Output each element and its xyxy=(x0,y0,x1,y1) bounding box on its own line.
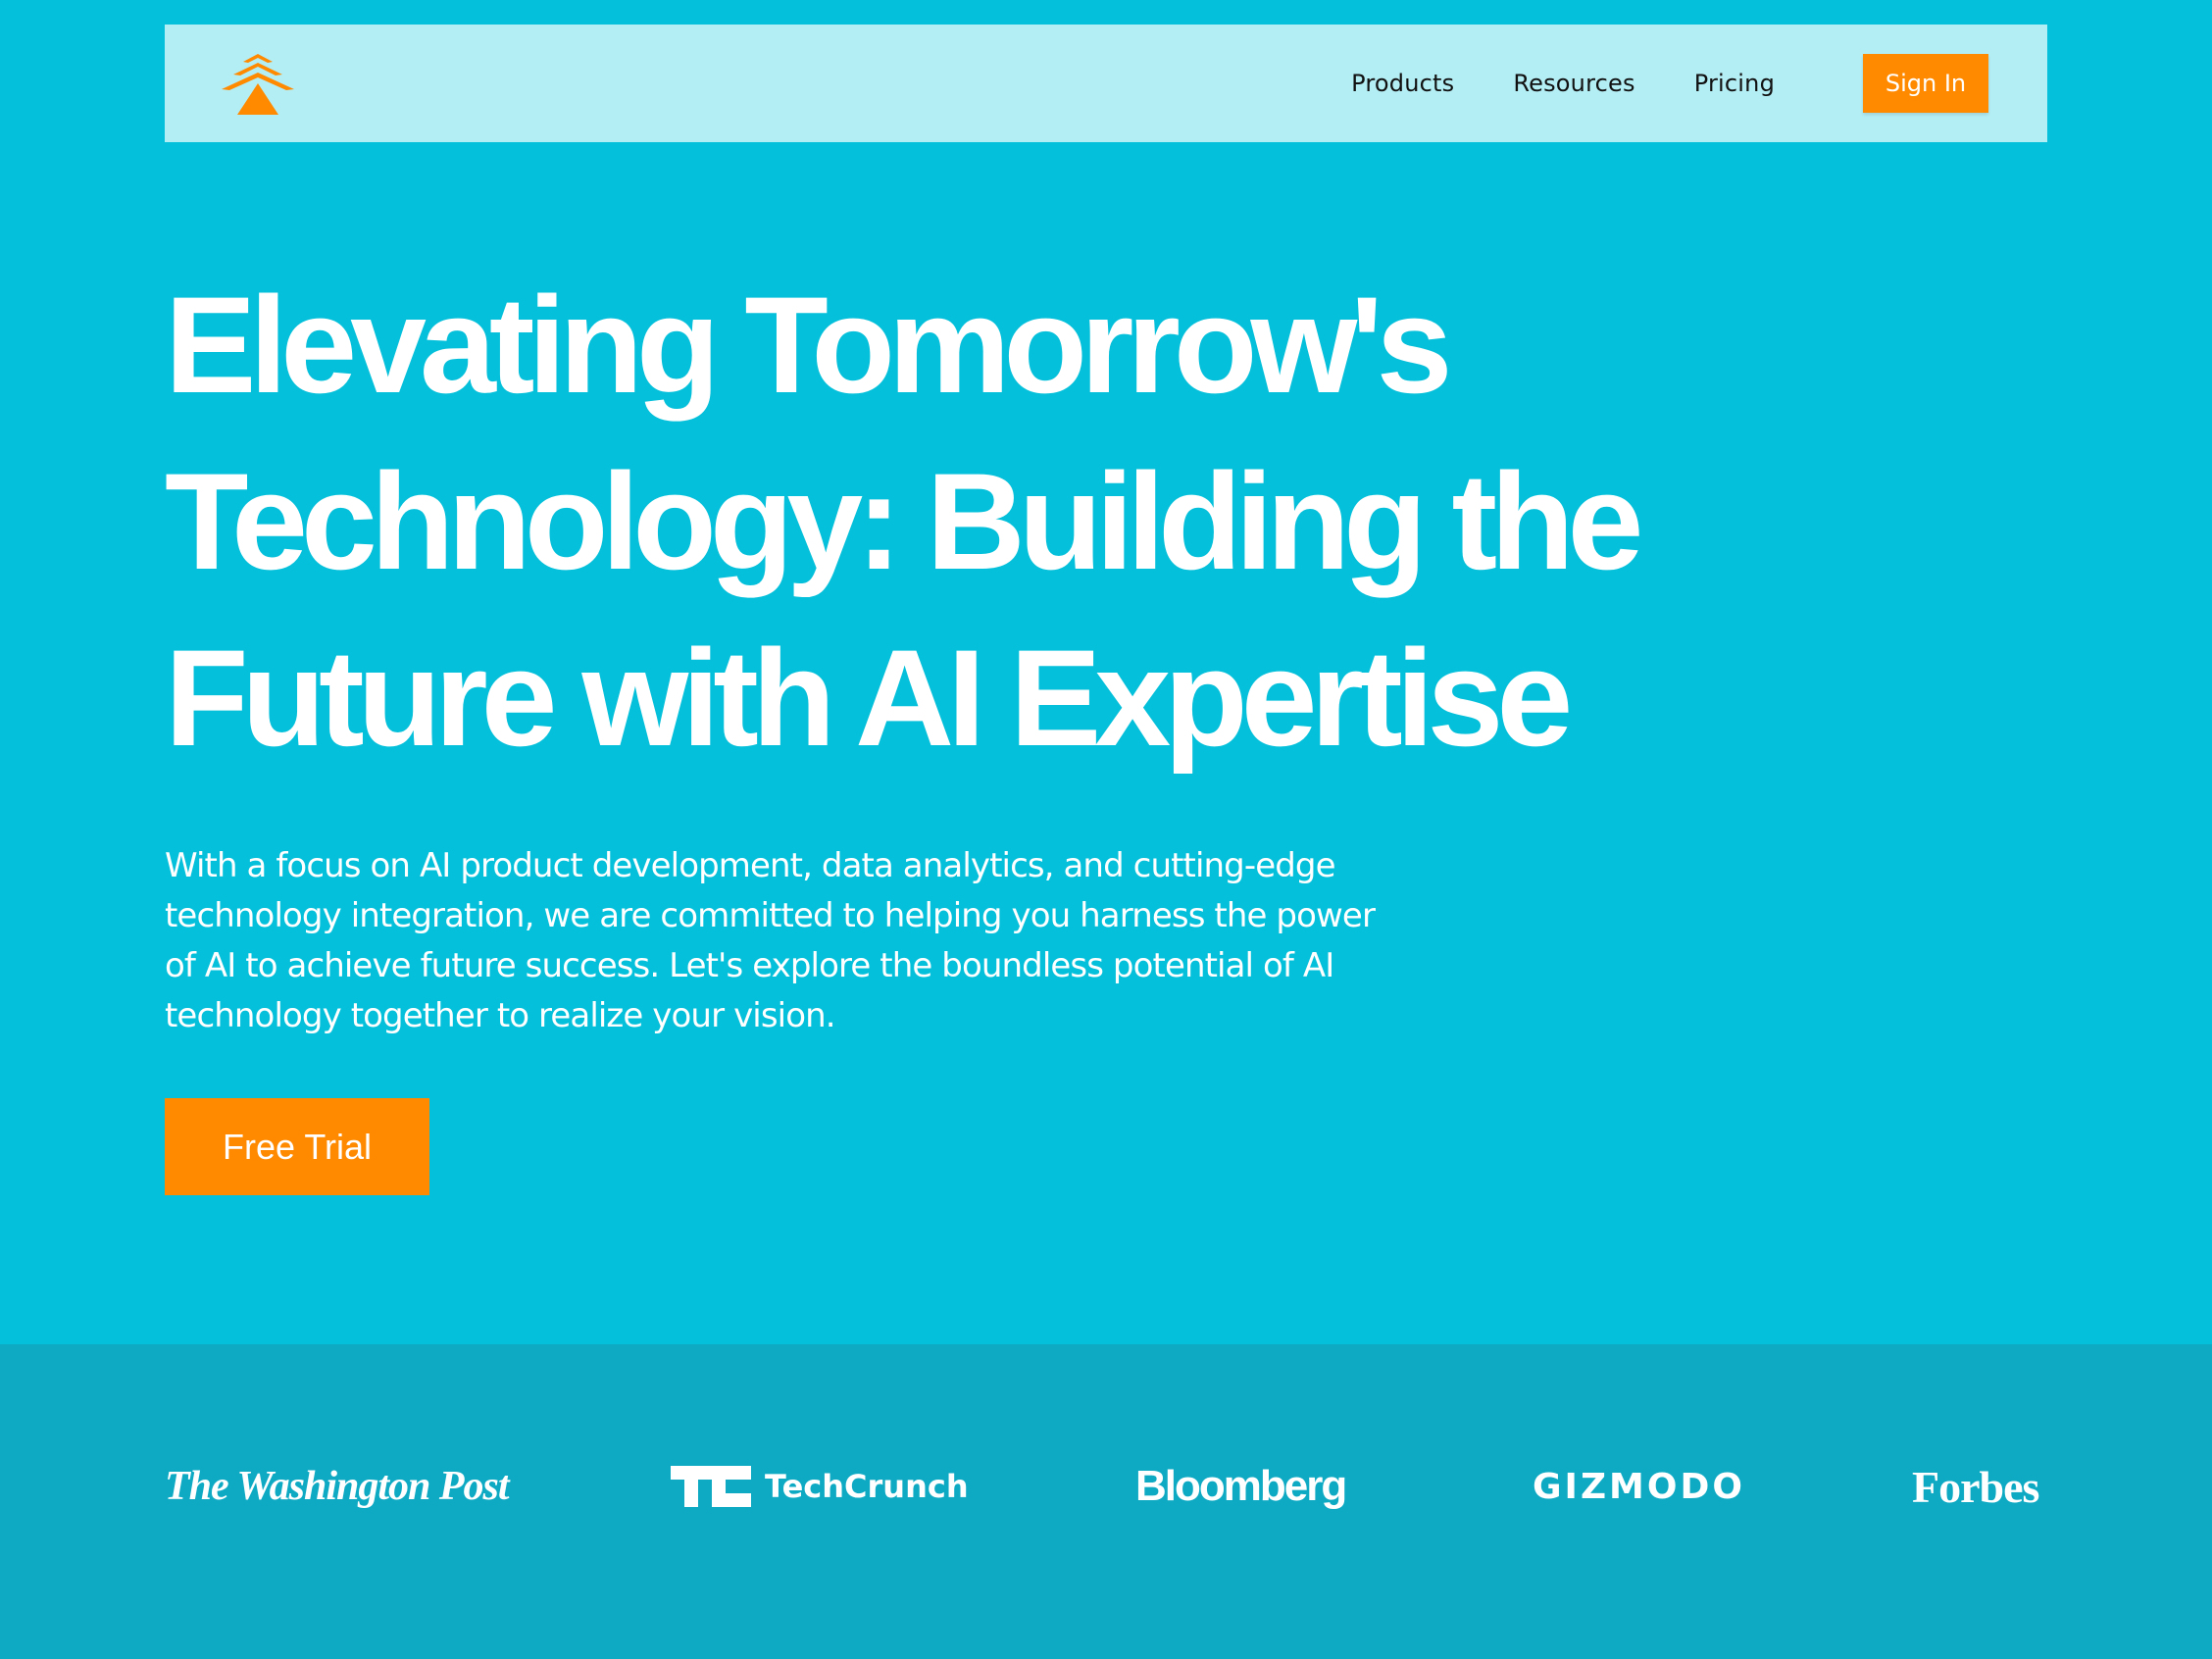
hero-section: Products Resources Pricing Sign In Eleva… xyxy=(0,0,2212,1344)
gizmodo-logo: GIZMODO xyxy=(1533,1466,1745,1507)
techcrunch-wordmark: TechCrunch xyxy=(765,1468,969,1505)
techcrunch-logo: TechCrunch xyxy=(671,1452,969,1521)
headline-line-1: Elevating Tomorrow's xyxy=(165,268,1452,422)
headline-line-2: Technology: Building the xyxy=(165,444,1643,598)
pine-tree-logo-icon[interactable] xyxy=(222,54,294,115)
headline-line-3: Future with AI Expertise xyxy=(165,621,1573,775)
forbes-logo: Forbes xyxy=(1912,1461,2039,1512)
press-logos-strip: The Washington Post TechCrunch Bloomberg… xyxy=(0,1344,2212,1659)
subtext-line-2: technology integration, we are committed… xyxy=(165,896,1376,935)
bloomberg-logo: Bloomberg xyxy=(1135,1462,1347,1510)
subtext-line-4: technology together to realize your visi… xyxy=(165,996,836,1035)
hero-headline: Elevating Tomorrow's Technology: Buildin… xyxy=(165,257,1734,786)
free-trial-button[interactable]: Free Trial xyxy=(165,1098,429,1195)
subtext-line-1: With a focus on AI product development, … xyxy=(165,846,1336,885)
main-nav: Products Resources Pricing xyxy=(1351,25,1775,142)
subtext-line-3: of AI to achieve future success. Let's e… xyxy=(165,946,1334,985)
washington-post-logo: The Washington Post xyxy=(165,1464,510,1509)
nav-link-resources[interactable]: Resources xyxy=(1513,70,1634,97)
nav-link-pricing[interactable]: Pricing xyxy=(1694,70,1775,97)
techcrunch-mark-icon xyxy=(671,1466,751,1507)
hero-subtext: With a focus on AI product development, … xyxy=(165,841,1469,1041)
sign-in-button[interactable]: Sign In xyxy=(1863,54,1988,113)
nav-link-products[interactable]: Products xyxy=(1351,70,1454,97)
top-nav-bar: Products Resources Pricing Sign In xyxy=(165,25,2047,142)
